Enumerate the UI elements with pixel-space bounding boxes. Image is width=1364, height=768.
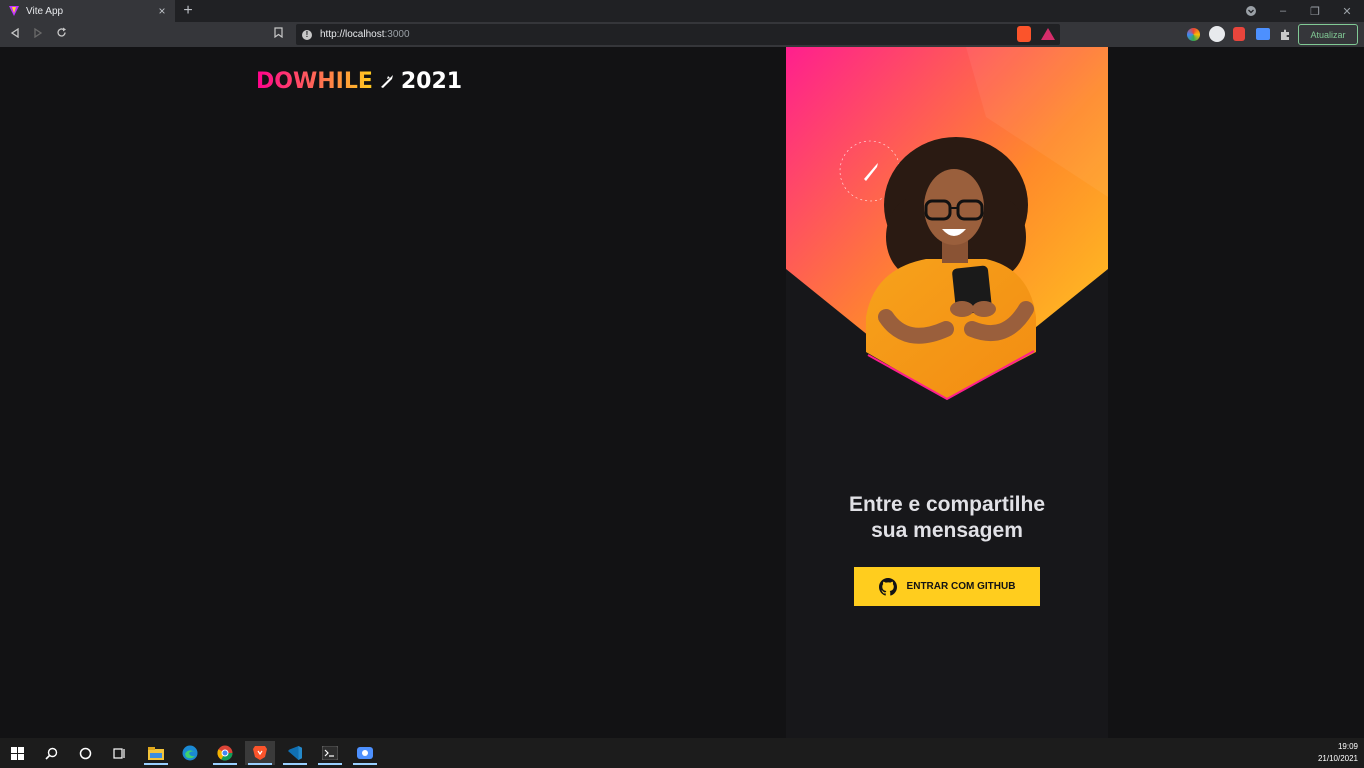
window-close-button[interactable]: ✕ [1331, 0, 1363, 22]
task-view-icon[interactable] [104, 741, 134, 765]
new-tab-button[interactable]: + [180, 2, 196, 20]
hero-banner-illustration [786, 47, 1108, 401]
forward-button[interactable] [29, 25, 47, 43]
minimize-button[interactable]: – [1267, 0, 1299, 22]
file-explorer-icon[interactable] [141, 741, 171, 765]
address-bar[interactable]: ! http://localhost:3000 [296, 24, 1060, 45]
cta-title-line-2: sua mensagem [871, 519, 1023, 542]
dowhile-logo: DOWHILE 2021 [256, 68, 463, 94]
browser-tab[interactable]: Vite App × [0, 0, 175, 22]
tab-strip: Vite App × + – ❐ ✕ [0, 0, 1364, 22]
logo-year-text: 2021 [400, 68, 463, 94]
screen-capture-extension-icon[interactable] [1256, 28, 1270, 40]
windows-start-icon[interactable] [2, 741, 32, 765]
cortana-icon[interactable] [70, 741, 100, 765]
taskbar-clock[interactable]: 19:09 21/10/2021 [1318, 741, 1358, 765]
github-login-button[interactable]: ENTRAR COM GITHUB [854, 567, 1040, 606]
browser-toolbar: ! http://localhost:3000 Atualizar [0, 22, 1364, 47]
browser-chrome: Vite App × + – ❐ ✕ ! http://localhost:30… [0, 0, 1364, 47]
extension-icon[interactable] [1233, 27, 1245, 41]
brave-shields-icon[interactable] [1017, 26, 1031, 42]
github-icon [878, 577, 897, 596]
tab-close-icon[interactable]: × [155, 4, 169, 18]
login-panel: Entre e compartilhe sua mensagem ENTRAR … [786, 47, 1108, 738]
cta-title: Entre e compartilhe sua mensagem [786, 492, 1108, 544]
windows-taskbar: 19:09 21/10/2021 [0, 738, 1364, 768]
brave-icon[interactable] [245, 741, 275, 765]
update-button[interactable]: Atualizar [1298, 24, 1358, 45]
vite-favicon-icon [9, 6, 19, 16]
restore-button[interactable]: ❐ [1299, 0, 1331, 22]
tab-search-icon[interactable] [1235, 0, 1267, 22]
cta-title-line-1: Entre e compartilhe [848, 493, 1046, 516]
rocket-icon [380, 75, 393, 88]
clock-date: 21/10/2021 [1317, 754, 1358, 763]
clock-time: 19:09 [1337, 742, 1358, 751]
extensions-puzzle-icon[interactable] [1279, 28, 1291, 40]
reload-button[interactable] [52, 25, 70, 43]
back-button[interactable] [6, 25, 24, 43]
color-picker-extension-icon[interactable] [1187, 28, 1200, 41]
terminal-icon[interactable] [315, 741, 345, 765]
github-login-label: ENTRAR COM GITHUB [906, 581, 1016, 592]
url-text: http://localhost:3000 [320, 29, 410, 40]
profile-avatar[interactable] [1209, 26, 1225, 42]
site-info-icon[interactable]: ! [302, 29, 312, 40]
logo-dowhile-text: DOWHILE [256, 68, 373, 94]
bookmark-icon[interactable] [269, 25, 287, 43]
search-icon[interactable] [36, 741, 66, 765]
vscode-icon[interactable] [280, 741, 310, 765]
tab-title: Vite App [26, 5, 64, 17]
chrome-icon[interactable] [210, 741, 240, 765]
page-content: DOWHILE 2021 Entre e compartilhe sua men… [0, 47, 1364, 738]
edge-icon[interactable] [175, 741, 205, 765]
screen-recorder-icon[interactable] [350, 741, 380, 765]
brave-rewards-icon[interactable] [1041, 28, 1055, 40]
